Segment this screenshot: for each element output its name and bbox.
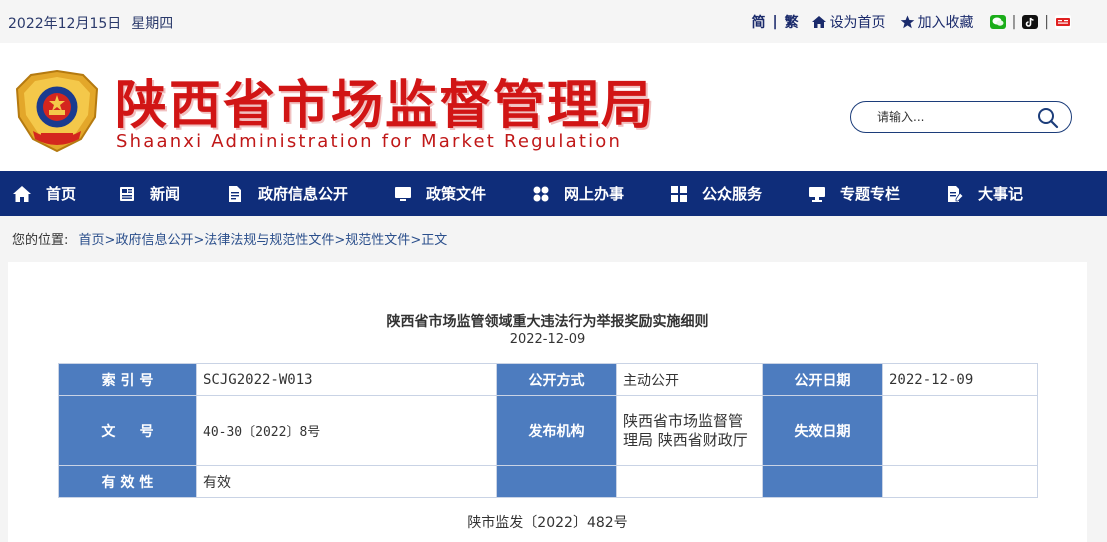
nav-label-policy: 政策文件 [426, 185, 487, 203]
grid-icon [671, 185, 687, 202]
article-panel: 陕西省市场监管领域重大违法行为举报奖励实施细则 2022-12-09 索 引 号… [8, 262, 1087, 542]
pubdate-value: 2022-12-09 [882, 363, 1038, 396]
article-title: 陕西省市场监管领域重大违法行为举报奖励实施细则 [386, 314, 709, 330]
document-icon [229, 185, 241, 202]
search-input[interactable] [877, 108, 1027, 126]
nav-label-home: 首页 [46, 185, 77, 203]
empty-value-cell [616, 465, 763, 498]
breadcrumb-current[interactable]: 正文 [421, 233, 447, 248]
index-label: 索 引 号 [58, 363, 197, 396]
table-row: 有 效 性 有效 [58, 465, 1038, 498]
top-links: 简 | 繁 设为首页 加入收藏 | | [751, 12, 1071, 32]
home-icon [13, 185, 31, 202]
empty-label-cell-2 [762, 465, 883, 498]
screen-icon [809, 186, 825, 202]
nav-label-online-services: 网上办事 [564, 185, 625, 203]
traditional-chinese-link[interactable]: 繁 [785, 12, 799, 32]
empty-value-cell-2 [882, 465, 1038, 498]
metadata-table: 索 引 号 SCJG2022-W013 公开方式 主动公开 公开日期 2022-… [58, 363, 1038, 498]
nav-item-online-services[interactable]: 网上办事 [532, 171, 670, 216]
nav-item-news[interactable]: 新闻 [118, 171, 226, 216]
breadcrumb-sep: > [334, 233, 346, 248]
expiry-label: 失效日期 [762, 395, 883, 466]
table-row: 索 引 号 SCJG2022-W013 公开方式 主动公开 公开日期 2022-… [58, 363, 1038, 396]
add-favorite-link[interactable]: 加入收藏 [900, 12, 974, 32]
add-favorite-label: 加入收藏 [917, 15, 974, 31]
nav-item-policy[interactable]: 政策文件 [394, 171, 532, 216]
breadcrumb: 您的位置: 首页>政府信息公开>法律法规与规范性文件>规范性文件>正文 [12, 229, 447, 248]
home-icon [811, 16, 826, 28]
docno-value: 40-30〔2022〕8号 [196, 395, 497, 466]
nav-item-events[interactable]: 大事记 [946, 171, 1056, 216]
docno-label: 文 号 [58, 395, 197, 466]
top-bar: 2022年12月15日 星期四 简 | 繁 设为首页 加入收藏 | | [0, 0, 1107, 43]
social-divider-2: | [1044, 14, 1049, 30]
breadcrumb-gov-info[interactable]: 政府信息公开 [115, 233, 193, 248]
main-nav: 首页 新闻 政府信息公开 政策文件 网上办事 公众服务 专题专栏 大事记 [0, 171, 1107, 216]
simplified-chinese-link[interactable]: 简 [751, 12, 765, 32]
nav-label-news: 新闻 [150, 185, 181, 203]
breadcrumb-sep: > [410, 233, 422, 248]
breadcrumb-sep: > [104, 233, 116, 248]
pubdate-label: 公开日期 [762, 363, 883, 396]
validity-label: 有 效 性 [58, 465, 197, 498]
site-title-english: Shaanxi Administration for Market Regula… [116, 131, 623, 152]
site-header: 陕西省市场监督管理局 Shaanxi Administration for Ma… [0, 43, 1107, 171]
lang-divider: | [772, 14, 778, 30]
issuer-value: 陕西省市场监督管理局 陕西省财政厅 [616, 395, 763, 466]
apps-icon [533, 186, 549, 201]
breadcrumb-normative-docs[interactable]: 规范性文件 [345, 233, 410, 248]
article-date: 2022-12-09 [509, 332, 586, 347]
edit-icon [948, 185, 964, 202]
nav-item-gov-info[interactable]: 政府信息公开 [226, 171, 394, 216]
current-date: 2022年12月15日 星期四 [8, 13, 173, 33]
tiktok-icon[interactable] [1022, 15, 1039, 29]
nav-item-special-topics[interactable]: 专题专栏 [808, 171, 946, 216]
publicity-value: 主动公开 [616, 363, 763, 396]
weibo-icon[interactable] [1055, 15, 1071, 29]
search-box [850, 101, 1072, 133]
police-emblem-logo [13, 69, 101, 153]
set-home-link[interactable]: 设为首页 [811, 12, 886, 32]
nav-item-home[interactable]: 首页 [12, 171, 118, 216]
nav-item-public-service[interactable]: 公众服务 [670, 171, 808, 216]
date-text: 2022年12月15日 [8, 16, 122, 32]
social-divider: | [1011, 14, 1017, 30]
nav-label-gov-info: 政府信息公开 [258, 185, 349, 203]
document-number: 陕市监发〔2022〕482号 [467, 515, 628, 531]
nav-label-public-service: 公众服务 [702, 185, 763, 203]
breadcrumb-laws[interactable]: 法律法规与规范性文件 [204, 233, 334, 248]
star-icon [900, 15, 914, 29]
expiry-value [882, 395, 1038, 466]
breadcrumb-prefix: 您的位置: [12, 233, 69, 248]
weekday-text: 星期四 [131, 16, 174, 32]
breadcrumb-home[interactable]: 首页 [79, 233, 105, 248]
set-home-label: 设为首页 [829, 15, 886, 31]
table-row: 文 号 40-30〔2022〕8号 发布机构 陕西省市场监督管理局 陕西省财政厅… [58, 395, 1038, 466]
nav-label-special-topics: 专题专栏 [840, 185, 901, 203]
index-value: SCJG2022-W013 [196, 363, 497, 396]
news-icon [120, 186, 134, 201]
breadcrumb-sep: > [193, 233, 205, 248]
empty-label-cell [496, 465, 617, 498]
nav-label-events: 大事记 [978, 185, 1024, 203]
publicity-label: 公开方式 [496, 363, 617, 396]
site-title-chinese: 陕西省市场监督管理局 [115, 75, 656, 136]
wechat-icon[interactable] [989, 15, 1006, 29]
validity-value: 有效 [196, 465, 497, 498]
search-icon[interactable] [1037, 107, 1059, 129]
issuer-label: 发布机构 [496, 395, 617, 466]
monitor-icon [395, 186, 411, 201]
